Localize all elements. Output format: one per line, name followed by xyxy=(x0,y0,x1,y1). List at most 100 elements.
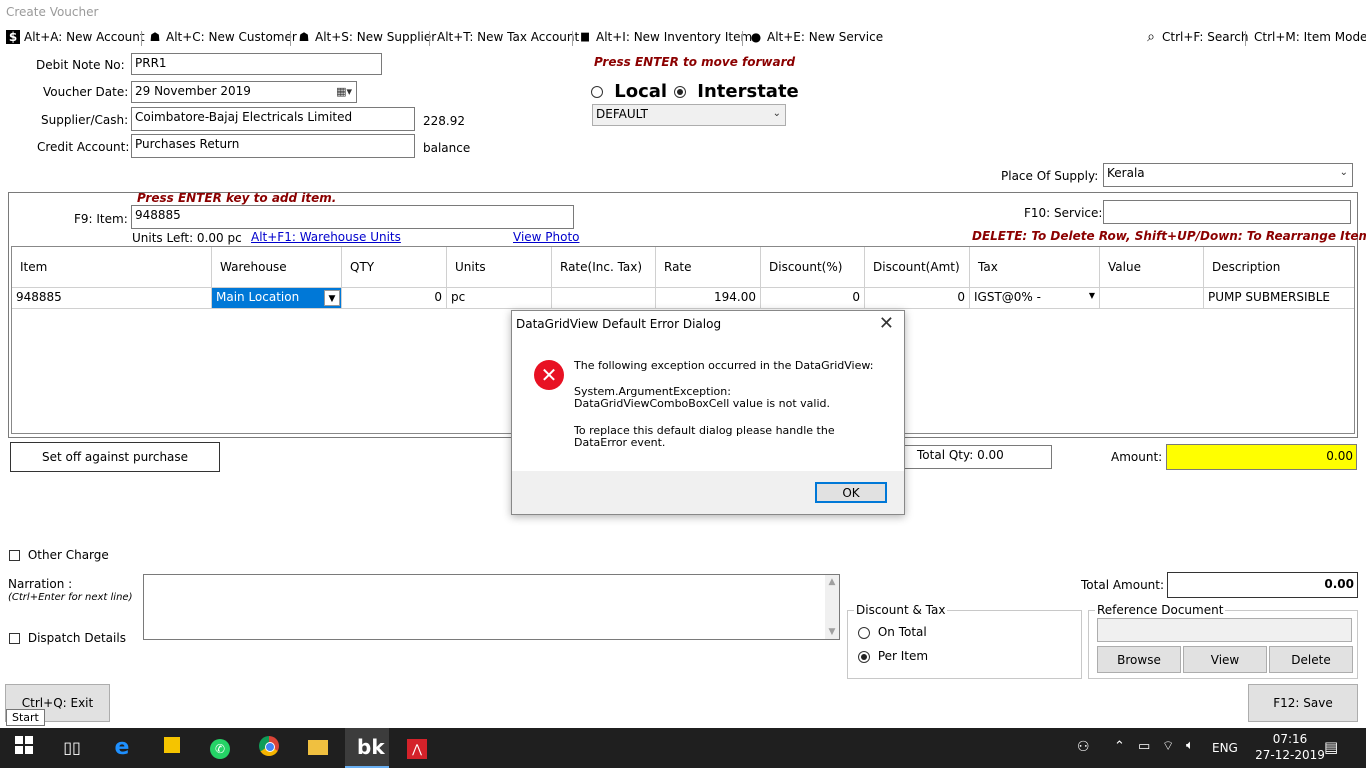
service-label: F10: Service: xyxy=(1024,206,1103,220)
narration-scrollbar[interactable]: ▲ ▼ xyxy=(825,575,839,639)
column-header-description[interactable]: Description xyxy=(1204,247,1354,287)
other-charge-check-box[interactable] xyxy=(9,550,20,561)
debit-note-input[interactable]: PRR1 xyxy=(131,53,382,75)
busy-app-taskbar-button[interactable]: bk xyxy=(345,728,389,768)
total-amount-label: Total Amount: xyxy=(1081,578,1165,592)
column-header-item[interactable]: Item xyxy=(12,247,212,287)
cell-qty[interactable]: 0 xyxy=(342,287,447,309)
dialog-message-3: To replace this default dialog please ha… xyxy=(574,424,835,449)
task-view-icon[interactable]: ▯▯ xyxy=(59,736,85,760)
column-header-discount-pct[interactable]: Discount(%) xyxy=(761,247,865,287)
language-indicator[interactable]: ENG xyxy=(1212,741,1238,755)
error-icon: ✕ xyxy=(534,360,564,390)
other-charge-checkbox[interactable]: Other Charge xyxy=(9,548,109,562)
notifications-icon[interactable]: ▤ xyxy=(1324,738,1338,756)
column-header-discount-amt[interactable]: Discount(Amt) xyxy=(865,247,970,287)
interstate-radio-circle[interactable] xyxy=(674,86,686,98)
ok-button[interactable]: OK xyxy=(815,482,887,503)
per-item-radio[interactable]: Per Item xyxy=(858,649,928,663)
sticky-notes-icon[interactable] xyxy=(159,736,185,760)
cell-rate-inc-tax[interactable] xyxy=(552,287,656,309)
reference-document-input[interactable] xyxy=(1097,618,1352,642)
warehouse-units-link[interactable]: Alt+F1: Warehouse Units xyxy=(251,230,401,244)
cell-discount-pct[interactable]: 0 xyxy=(761,287,865,309)
per-item-radio-circle[interactable] xyxy=(858,650,870,663)
dropdown-arrow-icon[interactable]: ▼ xyxy=(324,290,340,306)
credit-account-input[interactable]: Purchases Return xyxy=(131,134,415,158)
clock-time[interactable]: 07:16 xyxy=(1264,732,1316,746)
voucher-date-label: Voucher Date: xyxy=(43,85,129,99)
supplier-input[interactable]: Coimbatore-Bajaj Electricals Limited xyxy=(131,107,415,131)
people-icon[interactable]: ⚇ xyxy=(1077,739,1090,755)
cell-rate[interactable]: 194.00 xyxy=(656,287,761,309)
acrobat-icon[interactable]: ⋀ xyxy=(404,736,430,760)
place-of-supply-select[interactable]: Kerala ⌄ xyxy=(1103,163,1353,187)
show-hidden-icons-icon[interactable]: ⌃ xyxy=(1114,739,1125,754)
column-header-units[interactable]: Units xyxy=(447,247,552,287)
voucher-date-picker[interactable]: 29 November 2019 ▦▾ xyxy=(131,81,357,103)
clock-date[interactable]: 27-12-2019 xyxy=(1250,748,1330,762)
browse-button[interactable]: Browse xyxy=(1097,646,1181,673)
cell-discount-amt[interactable]: 0 xyxy=(865,287,970,309)
delete-button[interactable]: Delete xyxy=(1269,646,1353,673)
credit-account-label: Credit Account: xyxy=(37,140,130,154)
interstate-radio[interactable]: Interstate xyxy=(674,81,799,102)
view-button[interactable]: View xyxy=(1183,646,1267,673)
cell-item[interactable]: 948885 xyxy=(12,287,212,309)
internet-explorer-icon[interactable]: e xyxy=(109,736,135,760)
toolbar-separator xyxy=(290,31,291,46)
on-total-radio[interactable]: On Total xyxy=(858,625,927,639)
chevron-down-icon: ⌄ xyxy=(1339,167,1348,178)
cell-value[interactable] xyxy=(1100,287,1204,309)
windows-start-icon[interactable] xyxy=(11,736,37,760)
new-supplier-button[interactable]: ☗ Alt+S: New Supplier xyxy=(297,30,437,44)
search-button[interactable]: ⌕ Ctrl+F: Search xyxy=(1144,30,1248,44)
item-input[interactable]: 948885 xyxy=(131,205,574,229)
new-inventory-item-button[interactable]: ▆ Alt+I: New Inventory Item xyxy=(578,30,752,44)
window-title: Create Voucher xyxy=(6,5,99,19)
battery-icon[interactable]: ▭ xyxy=(1138,739,1150,754)
dropdown-arrow-icon[interactable]: ▼ xyxy=(1089,291,1095,300)
chrome-icon[interactable] xyxy=(256,736,282,760)
new-customer-button[interactable]: ☗ Alt+C: New Customer xyxy=(148,30,297,44)
file-explorer-icon[interactable] xyxy=(305,736,331,760)
save-button[interactable]: F12: Save xyxy=(1248,684,1358,722)
narration-textarea[interactable] xyxy=(143,574,840,640)
local-radio[interactable]: Local xyxy=(591,81,667,102)
calendar-icon[interactable]: ▦▾ xyxy=(336,85,352,98)
on-total-radio-circle[interactable] xyxy=(858,626,870,639)
column-header-rate-inc-tax[interactable]: Rate(Inc. Tax) xyxy=(552,247,656,287)
column-header-qty[interactable]: QTY xyxy=(342,247,447,287)
cell-units[interactable]: pc xyxy=(447,287,552,309)
view-photo-link[interactable]: View Photo xyxy=(513,230,580,244)
dispatch-details-check-box[interactable] xyxy=(9,633,20,644)
close-icon[interactable]: ✕ xyxy=(879,313,894,334)
service-icon: ● xyxy=(750,30,762,44)
scroll-down-icon[interactable]: ▼ xyxy=(825,627,839,637)
network-icon[interactable]: ⌔ xyxy=(1162,738,1174,754)
scroll-up-icon[interactable]: ▲ xyxy=(825,575,839,587)
cell-tax[interactable]: IGST@0% - ▼ xyxy=(970,287,1100,309)
column-header-warehouse[interactable]: Warehouse xyxy=(212,247,342,287)
set-off-against-purchase-button[interactable]: Set off against purchase xyxy=(10,442,220,472)
reference-document-legend: Reference Document xyxy=(1095,603,1226,617)
volume-icon[interactable]: 🔈︎ xyxy=(1186,738,1194,753)
dispatch-details-checkbox[interactable]: Dispatch Details xyxy=(9,631,126,645)
units-left: Units Left: 0.00 pc xyxy=(132,231,242,245)
new-service-button[interactable]: ● Alt+E: New Service xyxy=(749,30,883,44)
column-header-rate[interactable]: Rate xyxy=(656,247,761,287)
column-header-value[interactable]: Value xyxy=(1100,247,1204,287)
new-account-button[interactable]: $ Alt+A: New Account xyxy=(6,30,145,44)
column-header-tax[interactable]: Tax xyxy=(970,247,1100,287)
item-mode-button[interactable]: Ctrl+M: Item Mode xyxy=(1254,30,1366,44)
whatsapp-icon[interactable]: ✆ xyxy=(207,736,233,760)
local-radio-circle[interactable] xyxy=(591,86,603,98)
chevron-down-icon: ⌄ xyxy=(772,108,781,119)
cell-warehouse[interactable]: Main Location ▼ xyxy=(212,287,342,309)
supplier-icon: ☗ xyxy=(298,30,310,44)
new-tax-account-button[interactable]: Alt+T: New Tax Account xyxy=(437,30,579,44)
cell-description[interactable]: PUMP SUBMERSIBLE xyxy=(1204,287,1354,309)
default-select[interactable]: DEFAULT ⌄ xyxy=(592,104,786,126)
dialog-message-2: System.ArgumentException: DataGridViewCo… xyxy=(574,385,830,410)
service-input[interactable] xyxy=(1103,200,1351,224)
